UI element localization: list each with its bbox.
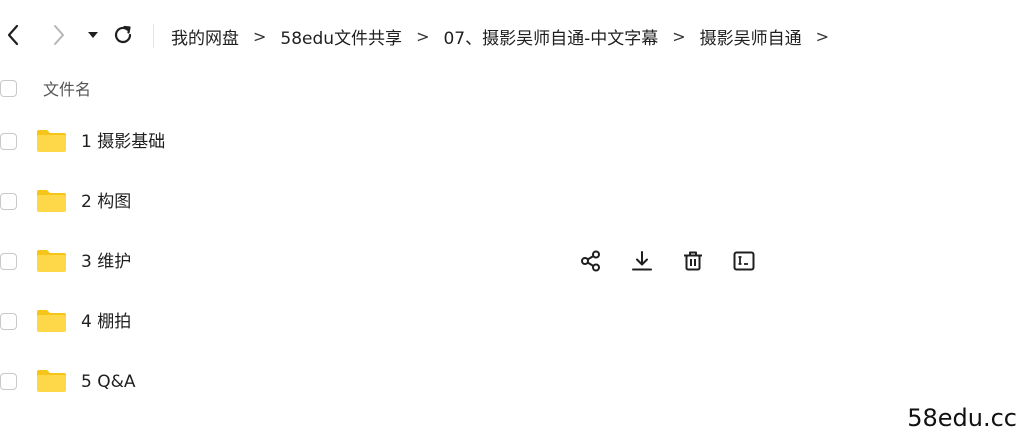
folder-icon <box>37 190 66 212</box>
row-checkbox[interactable] <box>0 193 17 210</box>
download-icon <box>632 251 652 271</box>
folder-icon <box>37 130 66 152</box>
list-item[interactable]: 3 维护 <box>0 240 1027 284</box>
forward-button[interactable] <box>46 22 72 48</box>
folder-name[interactable]: 4 棚拍 <box>81 300 131 344</box>
row-checkbox[interactable] <box>0 313 17 330</box>
row-checkbox[interactable] <box>0 133 17 150</box>
history-dropdown-button[interactable] <box>80 22 106 48</box>
chevron-right-icon <box>54 25 64 45</box>
delete-button[interactable] <box>680 248 706 274</box>
delete-icon <box>684 251 702 271</box>
breadcrumb: 我的网盘 > 58edu文件共享 > 07、摄影吴师自通-中文字幕 > 摄影吴师… <box>171 14 843 58</box>
breadcrumb-separator: > <box>416 26 430 46</box>
list-item[interactable]: 2 构图 <box>0 180 1027 224</box>
toolbar: 我的网盘 > 58edu文件共享 > 07、摄影吴师自通-中文字幕 > 摄影吴师… <box>0 14 1027 58</box>
list-item[interactable]: 5 Q&A <box>0 360 1027 404</box>
folder-name[interactable]: 2 构图 <box>81 180 131 224</box>
breadcrumb-item-course[interactable]: 07、摄影吴师自通-中文字幕 <box>443 24 658 49</box>
list-item[interactable]: 1 摄影基础 <box>0 120 1027 164</box>
breadcrumb-separator: > <box>253 26 267 46</box>
refresh-icon <box>114 25 132 44</box>
share-icon <box>581 250 600 272</box>
folder-icon <box>37 310 66 332</box>
breadcrumb-item-current[interactable]: 摄影吴师自通 <box>700 24 802 49</box>
share-button[interactable] <box>578 248 604 274</box>
folder-icon <box>37 370 66 392</box>
toolbar-divider <box>153 24 154 48</box>
row-checkbox[interactable] <box>0 373 17 390</box>
rename-button[interactable] <box>731 248 757 274</box>
row-actions <box>578 248 782 276</box>
breadcrumb-separator: > <box>672 26 686 46</box>
file-list-header: 文件名 <box>0 72 1027 104</box>
column-header-filename[interactable]: 文件名 <box>43 76 91 100</box>
list-item[interactable]: 4 棚拍 <box>0 300 1027 344</box>
watermark: 58edu.cc <box>907 404 1017 432</box>
select-all-checkbox[interactable] <box>0 80 17 97</box>
refresh-button[interactable] <box>110 22 136 48</box>
breadcrumb-item-shared[interactable]: 58edu文件共享 <box>280 24 402 49</box>
breadcrumb-separator: > <box>815 26 830 46</box>
folder-name[interactable]: 5 Q&A <box>81 360 136 404</box>
folder-icon <box>37 250 66 272</box>
row-checkbox[interactable] <box>0 253 17 270</box>
caret-down-icon <box>88 32 98 38</box>
breadcrumb-item-my-drive[interactable]: 我的网盘 <box>171 24 239 49</box>
rename-icon <box>733 251 755 271</box>
chevron-left-icon <box>7 24 19 46</box>
back-button[interactable] <box>0 22 26 48</box>
folder-name[interactable]: 1 摄影基础 <box>81 120 165 164</box>
download-button[interactable] <box>629 248 655 274</box>
folder-name[interactable]: 3 维护 <box>81 240 131 284</box>
